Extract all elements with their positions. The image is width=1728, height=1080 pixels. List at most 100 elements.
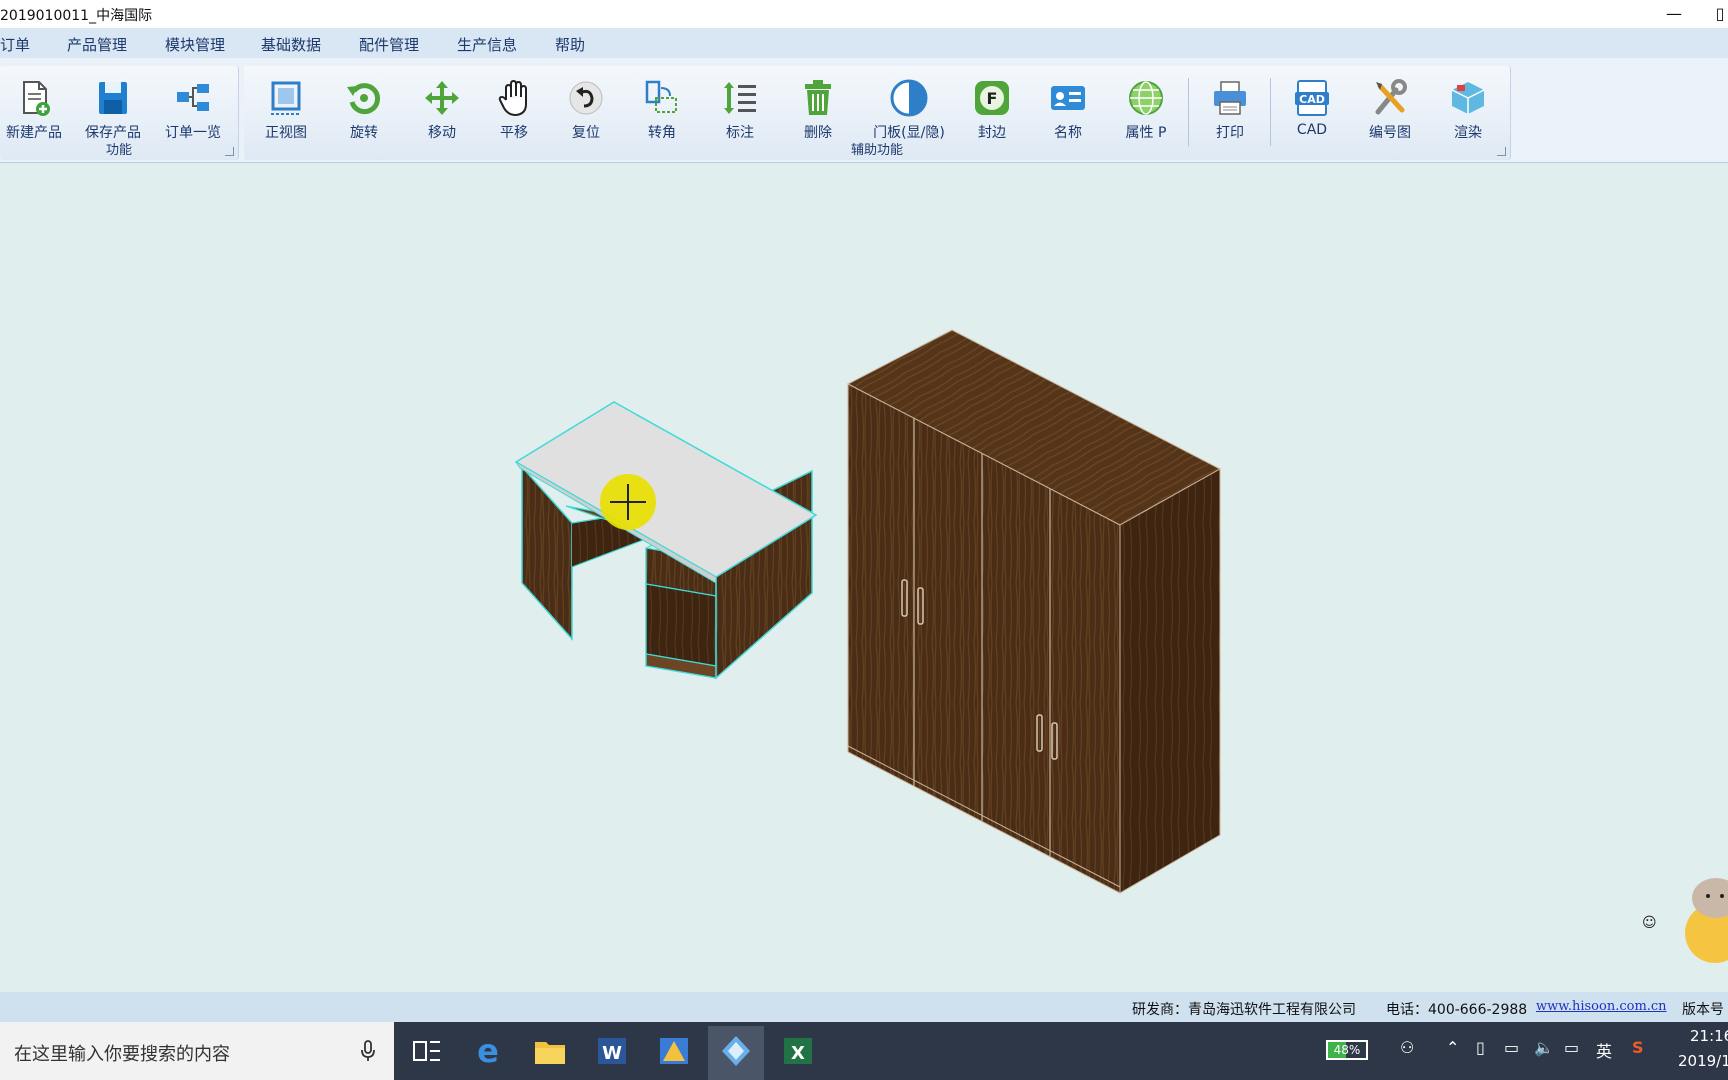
render-button[interactable]: 渲染: [1430, 78, 1506, 142]
developer-text: 研发商：青岛海迅软件工程有限公司: [1132, 1002, 1356, 1018]
corner-icon: [645, 80, 677, 113]
version-text: 版本号: [1682, 1002, 1724, 1018]
people-icon[interactable]: ⚇: [1400, 1038, 1414, 1057]
pan-hand-icon: [498, 80, 527, 116]
order-list-button[interactable]: 订单一览: [155, 78, 231, 142]
cad-label: CAD: [1296, 122, 1328, 138]
numbering-button[interactable]: 编号图: [1352, 78, 1428, 142]
properties-globe-icon: [1129, 81, 1163, 115]
save-product-button[interactable]: 保存产品: [75, 78, 151, 142]
microphone-icon[interactable]: [360, 1040, 376, 1062]
svg-text:X: X: [791, 1043, 805, 1064]
taskbar-search[interactable]: 在这里输入你要搜索的内容: [0, 1022, 394, 1080]
ribbon-separator: [1188, 78, 1189, 146]
hisoon-app-icon[interactable]: [716, 1032, 756, 1070]
group-functions-label: 功能: [105, 143, 132, 158]
network-icon[interactable]: ▭: [1564, 1038, 1579, 1057]
scene: ☺: [514, 329, 1728, 963]
cad-button[interactable]: CAD CAD: [1274, 78, 1350, 138]
rotate-icon: [347, 83, 381, 115]
edge-browser-icon[interactable]: e: [468, 1032, 508, 1070]
file-explorer-icon[interactable]: [530, 1032, 570, 1070]
mascot-sticker: ☺: [1642, 878, 1728, 963]
menu-bar: 订单 产品管理 模块管理 基础数据 配件管理 生产信息 帮助: [0, 28, 1728, 58]
device-icon[interactable]: ▯: [1476, 1038, 1485, 1057]
delete-button[interactable]: 删除: [780, 78, 856, 142]
render-icon: [1451, 82, 1485, 114]
app-triangle-icon[interactable]: [654, 1032, 694, 1070]
reset-icon: [569, 81, 603, 115]
edge-banding-button[interactable]: F 封边: [954, 78, 1030, 142]
svg-text:CAD: CAD: [1299, 93, 1325, 106]
menu-product-management[interactable]: 产品管理: [67, 34, 127, 55]
group-auxiliary-expander[interactable]: [1497, 147, 1506, 156]
excel-icon[interactable]: X: [778, 1032, 818, 1070]
dimension-icon: [724, 82, 756, 114]
cad-icon: CAD: [1295, 80, 1329, 116]
rotate-button[interactable]: 旋转: [326, 78, 402, 142]
menu-production-info[interactable]: 生产信息: [457, 34, 517, 55]
3d-viewport[interactable]: ☺: [0, 163, 1728, 992]
corner-button[interactable]: 转角: [624, 78, 700, 142]
tools-icon: [1375, 79, 1407, 115]
clock-time[interactable]: 21:16: [1690, 1027, 1728, 1045]
maximize-button[interactable]: ▯: [1700, 2, 1728, 26]
sogou-ime-icon[interactable]: S: [1632, 1038, 1644, 1057]
printer-icon: [1214, 81, 1246, 115]
menu-help[interactable]: 帮助: [555, 34, 585, 55]
ribbon-group-functions: 新建产品 保存产品 订单一览 功能: [0, 66, 239, 160]
door-toggle-button[interactable]: 门板(显/隐): [866, 78, 952, 142]
svg-text:☺: ☺: [1642, 915, 1657, 931]
battery-indicator[interactable]: 48%: [1326, 1040, 1368, 1060]
menu-order[interactable]: 订单: [0, 34, 30, 55]
ribbon-group-auxiliary: 正视图 旋转 移动 平移 复位 转角 标注 删除 门板(显/隐) F 封边 名称…: [244, 66, 1511, 160]
chevron-up-icon[interactable]: ⌃: [1446, 1038, 1459, 1057]
desk-model[interactable]: [514, 401, 818, 680]
name-button[interactable]: 名称: [1030, 78, 1106, 142]
battery-text: 48%: [1333, 1043, 1361, 1057]
trash-icon: [805, 80, 831, 115]
minimize-button[interactable]: —: [1654, 2, 1694, 26]
search-placeholder: 在这里输入你要搜索的内容: [14, 1044, 230, 1065]
phone-text: 电话：400-666-2988: [1386, 1002, 1528, 1018]
ribbon-separator: [1270, 78, 1271, 146]
task-view-icon[interactable]: [408, 1032, 448, 1070]
move-button[interactable]: 移动: [404, 78, 480, 142]
menu-accessory-management[interactable]: 配件管理: [359, 34, 419, 55]
move-icon: [425, 81, 459, 115]
pan-button[interactable]: 平移: [476, 78, 552, 142]
new-product-icon: [23, 81, 50, 116]
new-product-button[interactable]: 新建产品: [0, 78, 72, 142]
edge-banding-icon: F: [975, 81, 1009, 115]
door-toggle-icon: [890, 79, 928, 117]
menu-basic-data[interactable]: 基础数据: [261, 34, 321, 55]
menu-module-management[interactable]: 模块管理: [165, 34, 225, 55]
svg-text:F: F: [987, 89, 998, 108]
volume-icon[interactable]: 🔈: [1534, 1038, 1554, 1057]
wardrobe-model[interactable]: [846, 329, 1222, 894]
reset-button[interactable]: 复位: [548, 78, 624, 142]
website-link[interactable]: www.hisoon.com.cn: [1536, 999, 1667, 1014]
group-functions-expander[interactable]: [225, 147, 234, 156]
window-title: 2019010011_中海国际: [0, 8, 153, 24]
ime-indicator[interactable]: 英: [1596, 1038, 1612, 1062]
front-view-icon: [271, 81, 301, 115]
svg-text:W: W: [602, 1043, 622, 1064]
name-card-icon: [1051, 86, 1085, 110]
title-bar: 2019010011_中海国际 — ▯: [0, 0, 1728, 28]
group-auxiliary-label: 辅助功能: [850, 143, 903, 158]
dimension-button[interactable]: 标注: [702, 78, 778, 142]
properties-button[interactable]: 属性 P: [1108, 78, 1184, 142]
svg-text:e: e: [477, 1032, 499, 1070]
power-icon[interactable]: ▭: [1504, 1038, 1519, 1057]
ribbon: 新建产品 保存产品 订单一览 功能 正视图 旋转 移动 平移 复位 转角 标注 …: [0, 58, 1728, 163]
order-list-icon: [177, 84, 209, 111]
save-icon: [99, 82, 127, 114]
cursor-highlight: [600, 474, 656, 530]
status-bar: 研发商：青岛海迅软件工程有限公司 电话：400-666-2988 www.his…: [0, 992, 1728, 1022]
clock-date[interactable]: 2019/1: [1678, 1052, 1728, 1070]
taskbar: 在这里输入你要搜索的内容 e W X 48% ⚇ ⌃ ▯ ▭ 🔈 ▭ 英 S 2…: [0, 1022, 1728, 1080]
word-icon[interactable]: W: [592, 1032, 632, 1070]
print-button[interactable]: 打印: [1192, 78, 1268, 142]
front-view-button[interactable]: 正视图: [248, 78, 324, 142]
